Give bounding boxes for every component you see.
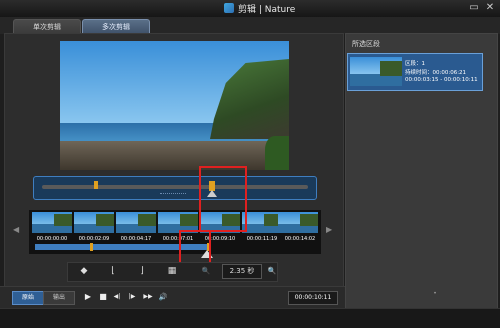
- zoom-in-icon[interactable]: 🔍: [262, 264, 282, 278]
- zoom-level-field[interactable]: 2.35 秒: [222, 264, 262, 279]
- film-frame[interactable]: [242, 212, 282, 233]
- segment-range: 00:00:03:15 - 00:00:10:11: [405, 77, 478, 83]
- video-preview: [60, 41, 289, 170]
- stop-icon[interactable]: ■: [97, 291, 109, 303]
- filmstrip-prev-icon[interactable]: ◀: [13, 225, 21, 235]
- next-frame-icon[interactable]: |▶: [126, 291, 138, 303]
- panel-footer: •: [433, 290, 437, 297]
- film-frame[interactable]: [116, 212, 156, 233]
- timecode-label: 00:00:14:02: [284, 236, 316, 242]
- trim-in-marker[interactable]: [94, 181, 98, 189]
- slider-grip[interactable]: [160, 193, 186, 197]
- play-icon[interactable]: ▶: [82, 291, 94, 303]
- range-start-marker[interactable]: [90, 243, 93, 251]
- timecode-label: 00:00:00:00: [36, 236, 68, 242]
- tab-single-trim[interactable]: 单次剪辑: [13, 19, 81, 34]
- close-button[interactable]: ✕: [483, 1, 497, 15]
- segment-duration: 持续时间：00:00:06:21: [405, 70, 467, 76]
- frames-icon[interactable]: ▦: [162, 264, 182, 278]
- status-bar: [0, 308, 500, 328]
- mark-in-icon[interactable]: ⌊: [103, 264, 123, 278]
- segments-header: 所选区段: [352, 40, 380, 48]
- film-frame[interactable]: [32, 212, 72, 233]
- trim-track[interactable]: [42, 185, 308, 189]
- film-frame[interactable]: [74, 212, 114, 233]
- volume-icon[interactable]: 🔊: [157, 291, 169, 303]
- previous-frame-icon[interactable]: ◀|: [111, 291, 123, 303]
- app-logo-icon: [224, 3, 234, 13]
- segment-index: 区段：1: [405, 61, 425, 67]
- tab-multi-trim[interactable]: 多次剪辑: [82, 19, 150, 34]
- zoom-out-icon[interactable]: 🔍: [196, 264, 216, 278]
- restore-button[interactable]: ▭: [468, 1, 480, 15]
- film-frame[interactable]: [278, 212, 318, 233]
- timecode-label: 00:00:02:09: [78, 236, 110, 242]
- segment-thumbnail: [350, 57, 402, 86]
- current-time-display: 00:00:10:11: [288, 291, 338, 305]
- original-toggle-button[interactable]: 原始: [12, 291, 44, 305]
- output-toggle-button[interactable]: 输出: [43, 291, 75, 305]
- timecode-label: 00:00:04:17: [120, 236, 152, 242]
- mark-out-icon[interactable]: ⌋: [132, 264, 152, 278]
- filmstrip-next-icon[interactable]: ▶: [326, 225, 334, 235]
- fast-forward-icon[interactable]: ▶▶: [142, 291, 154, 303]
- timecode-label: 00:00:11:19: [246, 236, 278, 242]
- window-title: 剪辑 | Nature: [238, 5, 296, 15]
- go-to-marker-icon[interactable]: ◆: [74, 264, 94, 278]
- annotation-highlight: [199, 166, 247, 232]
